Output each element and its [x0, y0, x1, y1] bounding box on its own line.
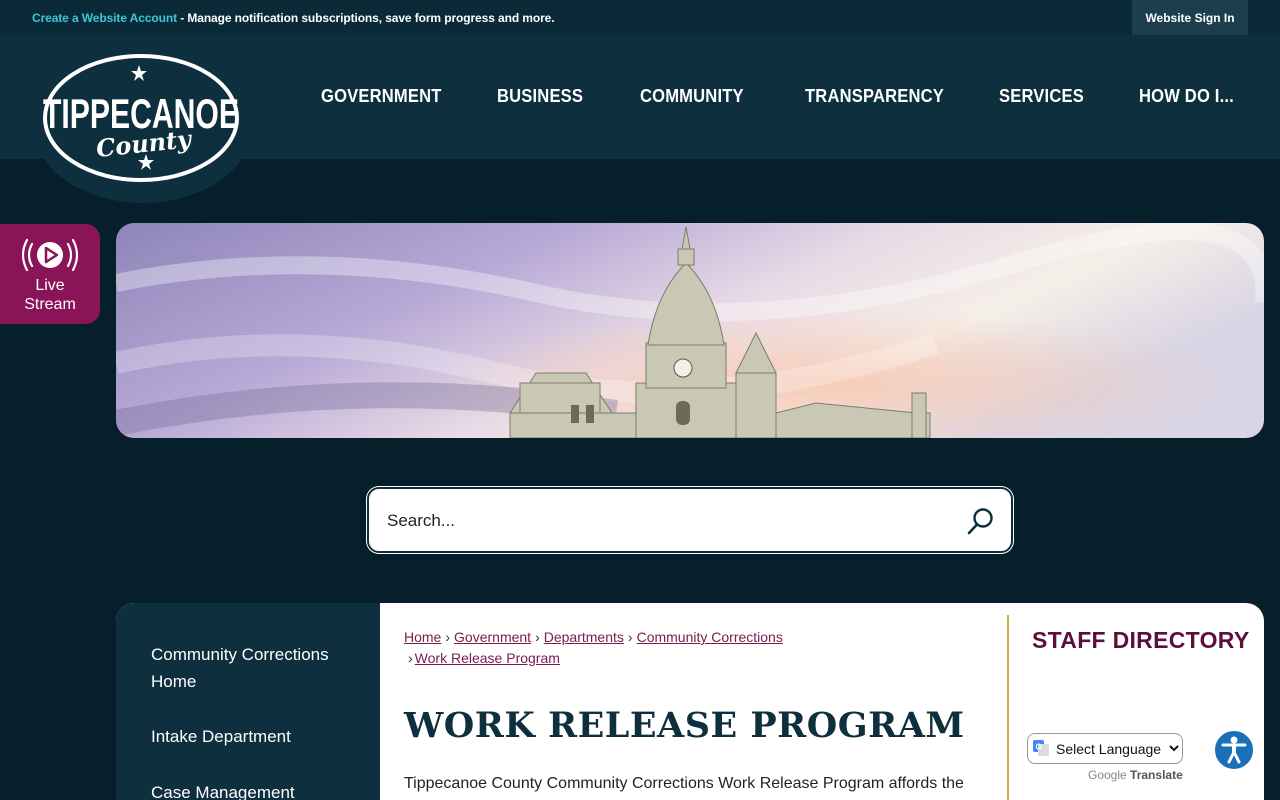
account-message-text: - Manage notification subscriptions, sav…	[176, 11, 555, 25]
section-side-nav: Community Corrections Home Intake Depart…	[116, 603, 380, 800]
sidenav-item-case-management[interactable]: Case Management	[151, 779, 351, 800]
accessibility-icon	[1221, 736, 1247, 764]
live-stream-label: Live Stream	[24, 277, 76, 313]
google-translate-icon: G	[1033, 740, 1049, 756]
live-stream-button[interactable]: Live Stream	[0, 224, 100, 324]
nav-item-how-do-i[interactable]: HOW DO I...	[1139, 86, 1234, 107]
site-search	[367, 487, 1013, 553]
top-utility-bar: Create a Website Account - Manage notifi…	[0, 0, 1280, 35]
nav-item-community[interactable]: COMMUNITY	[640, 86, 744, 107]
page-title: WORK RELEASE PROGRAM	[404, 705, 965, 746]
courthouse-banner-image	[116, 223, 1264, 438]
language-select[interactable]: Select Language	[1027, 733, 1183, 764]
breadcrumb-government[interactable]: Government	[454, 629, 531, 645]
website-sign-in-button[interactable]: Website Sign In	[1132, 0, 1248, 35]
live-broadcast-icon	[22, 238, 78, 272]
page-intro-text: Tippecanoe County Community Corrections …	[404, 775, 964, 792]
account-message: Create a Website Account - Manage notifi…	[32, 11, 555, 25]
breadcrumb-community-corrections[interactable]: Community Corrections	[637, 629, 783, 645]
breadcrumb-home[interactable]: Home	[404, 629, 441, 645]
google-translate-widget: Select Language G Google Translate	[1027, 733, 1183, 782]
tippecanoe-county-logo[interactable]: TIPPECANOE County	[38, 48, 244, 188]
svg-text:G: G	[1036, 743, 1042, 752]
breadcrumb-work-release-program[interactable]: Work Release Program	[415, 650, 560, 666]
accessibility-button[interactable]	[1213, 729, 1255, 771]
sidenav-item-community-corrections-home[interactable]: Community Corrections Home	[151, 641, 351, 695]
breadcrumb: Home › Government › Departments › Community Co…	[404, 629, 783, 666]
search-icon[interactable]	[963, 505, 997, 539]
nav-item-government[interactable]: GOVERNMENT	[321, 86, 442, 107]
powered-by-google-translate[interactable]: Google Translate	[1088, 768, 1183, 782]
nav-item-services[interactable]: SERVICES	[999, 86, 1084, 107]
create-account-link[interactable]: Create a Website Account	[32, 11, 177, 25]
breadcrumb-departments[interactable]: Departments	[544, 629, 624, 645]
search-input[interactable]	[387, 503, 947, 539]
sidenav-item-intake-department[interactable]: Intake Department	[151, 723, 351, 750]
column-divider	[1007, 615, 1009, 800]
nav-item-transparency[interactable]: TRANSPARENCY	[805, 86, 944, 107]
staff-directory-link[interactable]: STAFF DIRECTORY	[1032, 627, 1249, 654]
nav-item-business[interactable]: BUSINESS	[497, 86, 583, 107]
